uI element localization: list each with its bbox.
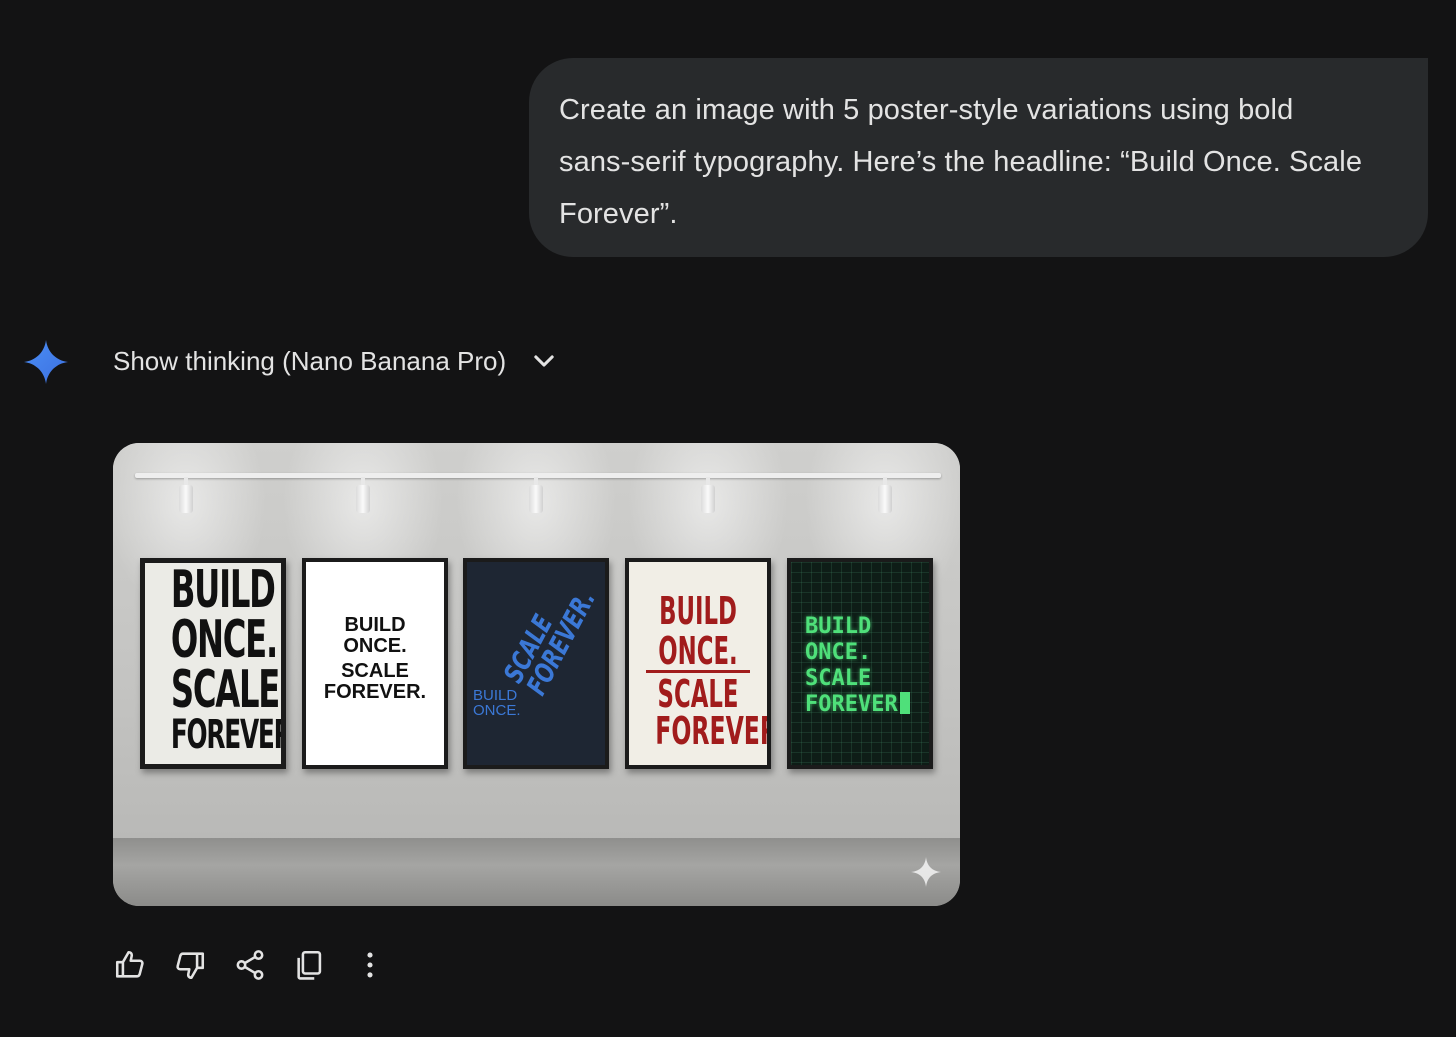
- poster-text: BUILD: [170, 560, 276, 620]
- user-prompt-line: sans-serif typography. Here’s the headli…: [559, 146, 1363, 178]
- poster-diagonal-blue: BUILD ONCE. SCALE FOREVER.: [463, 558, 609, 769]
- poster-text: SCALE: [170, 660, 280, 720]
- more-vertical-icon: [367, 952, 373, 978]
- response-actions: [110, 945, 410, 985]
- poster-text: FOREVER.: [655, 709, 767, 753]
- poster-condensed-black: BUILD ONCE. SCALE FOREVER.: [140, 558, 286, 769]
- gallery-floor: [113, 838, 960, 906]
- poster-text: FOREVER: [805, 692, 898, 717]
- terminal-cursor: [899, 692, 910, 714]
- poster-text: ONCE.: [805, 640, 872, 665]
- chevron-down-icon: [534, 355, 554, 367]
- copy-icon: [297, 950, 322, 980]
- poster-red-cream: BUILD ONCE. SCALE FOREVER.: [625, 558, 771, 769]
- generated-image[interactable]: BUILD ONCE. SCALE FOREVER. BUILD ONCE. S…: [113, 443, 960, 906]
- spotlight: [878, 477, 892, 513]
- poster-text: ONCE.: [170, 610, 278, 670]
- poster-text: FOREVER.: [170, 712, 281, 758]
- show-thinking-toggle[interactable]: Show thinking (Nano Banana Pro): [113, 338, 558, 384]
- share-button[interactable]: [230, 945, 270, 985]
- poster-terminal-green: BUILD ONCE. SCALE FOREVER: [787, 558, 933, 769]
- spotlight: [529, 477, 543, 513]
- spotlight: [356, 477, 370, 513]
- chat-page: Create an image with 5 poster-style vari…: [0, 0, 1456, 1037]
- poster-text: BUILD: [659, 589, 737, 633]
- user-prompt-line: Create an image with 5 poster-style vari…: [559, 94, 1294, 126]
- thumbs-up-icon: [115, 950, 144, 978]
- poster-minimal-white: BUILD ONCE. SCALE FOREVER.: [302, 558, 448, 769]
- poster-text: ONCE.: [658, 629, 738, 673]
- user-prompt-line: Forever”.: [559, 198, 678, 230]
- show-thinking-label: Show thinking (Nano Banana Pro): [113, 345, 507, 376]
- poster-text: SCALE: [657, 672, 739, 716]
- user-prompt-bubble: Create an image with 5 poster-style vari…: [529, 58, 1428, 257]
- thumbs-down-button[interactable]: [170, 945, 210, 985]
- gemini-sparkle-icon: [24, 340, 68, 384]
- copy-button[interactable]: [290, 945, 330, 985]
- poster-text: ONCE.: [343, 635, 407, 657]
- poster-text: SCALE: [341, 660, 409, 682]
- thumbs-down-icon: [176, 952, 205, 980]
- spotlight: [179, 477, 193, 513]
- poster-text: BUILD: [805, 614, 872, 639]
- poster-text: SCALE: [805, 666, 872, 691]
- poster-text: BUILD: [473, 687, 518, 704]
- poster-text: BUILD: [344, 614, 406, 636]
- more-options-button[interactable]: [350, 945, 390, 985]
- spotlight: [701, 477, 715, 513]
- poster-text: ONCE.: [473, 702, 521, 719]
- poster-text: FOREVER.: [323, 681, 427, 703]
- thumbs-up-button[interactable]: [110, 945, 150, 985]
- sparkle-icon: [911, 857, 941, 887]
- share-icon: [236, 950, 264, 980]
